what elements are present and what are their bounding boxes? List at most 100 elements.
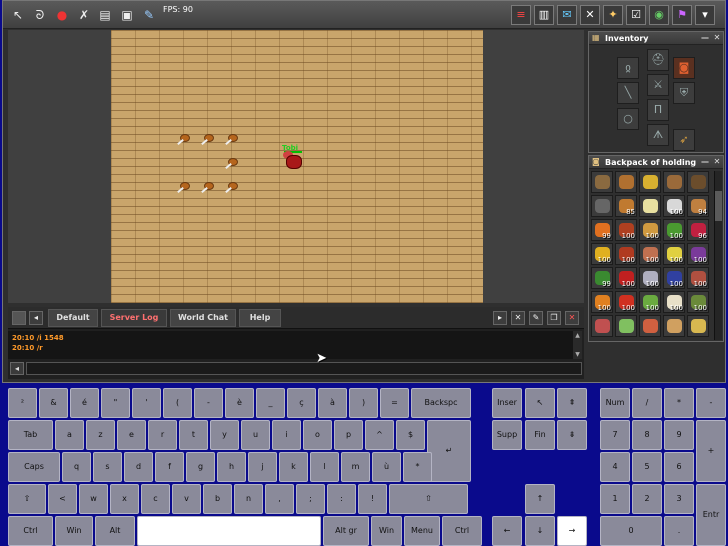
key[interactable]: $ [396,420,425,450]
key[interactable]: m [341,452,370,482]
scrollbar-thumb[interactable] [715,191,722,221]
numpad-key[interactable]: Entr [696,484,726,546]
key[interactable]: u [241,420,270,450]
backpack-slot[interactable]: 85 [615,195,637,217]
backpack-slot[interactable]: 100 [663,267,685,289]
weapon-slot[interactable]: ╲ [617,82,639,104]
key[interactable]: _ [256,388,285,418]
boots-slot[interactable]: ᗑ [647,124,669,146]
backpack-slot[interactable]: 100 [687,267,709,289]
key[interactable]: k [279,452,308,482]
close-tab-icon[interactable]: ✕ [511,311,525,325]
numpad-key[interactable]: * [664,388,694,418]
key[interactable]: p [334,420,363,450]
inventory-header[interactable]: ▦ Inventory — ✕ [589,32,723,45]
close-icon[interactable]: ✕ [712,33,722,43]
backpack-slot[interactable] [591,171,613,193]
world-map-icon[interactable]: ◉ [649,5,669,25]
win-key[interactable]: Win [371,516,402,546]
tab-next-button[interactable]: ▸ [493,311,507,325]
close-icon[interactable]: ✕ [565,311,579,325]
arrow-up-key[interactable]: ↑ [525,484,555,514]
key[interactable]: x [110,484,139,514]
ham-item[interactable] [225,158,239,172]
chat-input[interactable] [26,362,582,375]
camera-icon[interactable]: ▣ [118,6,136,24]
key[interactable]: f [155,452,184,482]
detach-icon[interactable]: ❐ [547,311,561,325]
console-toggle-button[interactable] [12,311,26,325]
backpack-slot[interactable] [615,315,637,337]
ham-item[interactable] [177,182,191,196]
armor-slot[interactable]: ⚔ [647,74,669,96]
key[interactable]: ù [372,452,401,482]
amulet-slot[interactable]: ჲ [617,57,639,79]
shift-key[interactable]: ⇧ [389,484,468,514]
ctrl-key[interactable]: Ctrl [442,516,482,546]
key[interactable]: ; [296,484,325,514]
backpack-slot[interactable]: 100 [615,291,637,313]
ham-item[interactable] [225,182,239,196]
stop-icon[interactable]: ✗ [75,6,93,24]
shift-key[interactable]: ⇧ [8,484,46,514]
alt-key[interactable]: Alt [95,516,135,546]
options-icon[interactable]: ▾ [695,5,715,25]
insert-key[interactable]: Inser [492,388,522,418]
key[interactable]: r [148,420,177,450]
pin-icon[interactable]: ✎ [529,311,543,325]
backpack-slot[interactable]: 100 [591,243,613,265]
minimize-icon[interactable]: — [700,157,710,167]
backpack-slot[interactable]: 100 [663,243,685,265]
key[interactable]: s [93,452,122,482]
record-icon[interactable]: ● [53,6,71,24]
backpack-slot[interactable]: 100 [639,243,661,265]
chat-channel-icon[interactable]: ◂ [10,362,24,375]
caps-lock-key[interactable]: Caps [8,452,60,482]
numpad-key[interactable]: + [696,420,726,482]
helmet-slot[interactable]: ⛑ [647,49,669,71]
backpack-slot[interactable]: 100 [687,291,709,313]
backpack-slot[interactable]: 100 [639,291,661,313]
backspace-key[interactable]: Backspc [411,388,471,418]
legs-slot[interactable]: Π [647,99,669,121]
key[interactable]: j [248,452,277,482]
key[interactable]: < [48,484,77,514]
key[interactable]: e [117,420,146,450]
enter-key[interactable]: ↵ [427,420,471,482]
ring-slot[interactable]: ○ [617,108,639,130]
spells-icon[interactable]: ✦ [603,5,623,25]
key[interactable]: é [70,388,99,418]
backpack-slot[interactable] [639,171,661,193]
backpack-slot[interactable]: 94 [687,195,709,217]
numpad-key[interactable]: 5 [632,452,662,482]
key[interactable]: ) [349,388,378,418]
key[interactable]: o [303,420,332,450]
key[interactable]: i [272,420,301,450]
key[interactable]: , [265,484,294,514]
numpad-key[interactable]: 1 [600,484,630,514]
backpack-scrollbar[interactable] [714,171,722,340]
numpad-key[interactable]: 3 [664,484,694,514]
key[interactable]: g [186,452,215,482]
arrow-left-key[interactable]: ← [492,516,522,546]
key[interactable]: * [403,452,432,482]
key[interactable]: b [203,484,232,514]
key[interactable]: q [62,452,91,482]
key[interactable]: y [210,420,239,450]
home-key[interactable]: ↖ [525,388,555,418]
backpack-slot[interactable] [591,195,613,217]
close-icon[interactable]: ✕ [712,157,722,167]
key[interactable]: - [194,388,223,418]
ammo-slot[interactable]: ➶ [673,129,695,151]
backpack-slot[interactable]: 100 [615,219,637,241]
numpad-key[interactable]: 9 [664,420,694,450]
key[interactable]: ^ [365,420,394,450]
backpack-slot[interactable]: 99 [591,267,613,289]
page-up-key[interactable]: ⇞ [557,388,587,418]
tab-server-log[interactable]: Server Log [101,309,167,327]
key[interactable]: w [79,484,108,514]
key[interactable]: t [179,420,208,450]
ham-item[interactable] [201,182,215,196]
win-key[interactable]: Win [55,516,93,546]
numpad-key[interactable]: 7 [600,420,630,450]
